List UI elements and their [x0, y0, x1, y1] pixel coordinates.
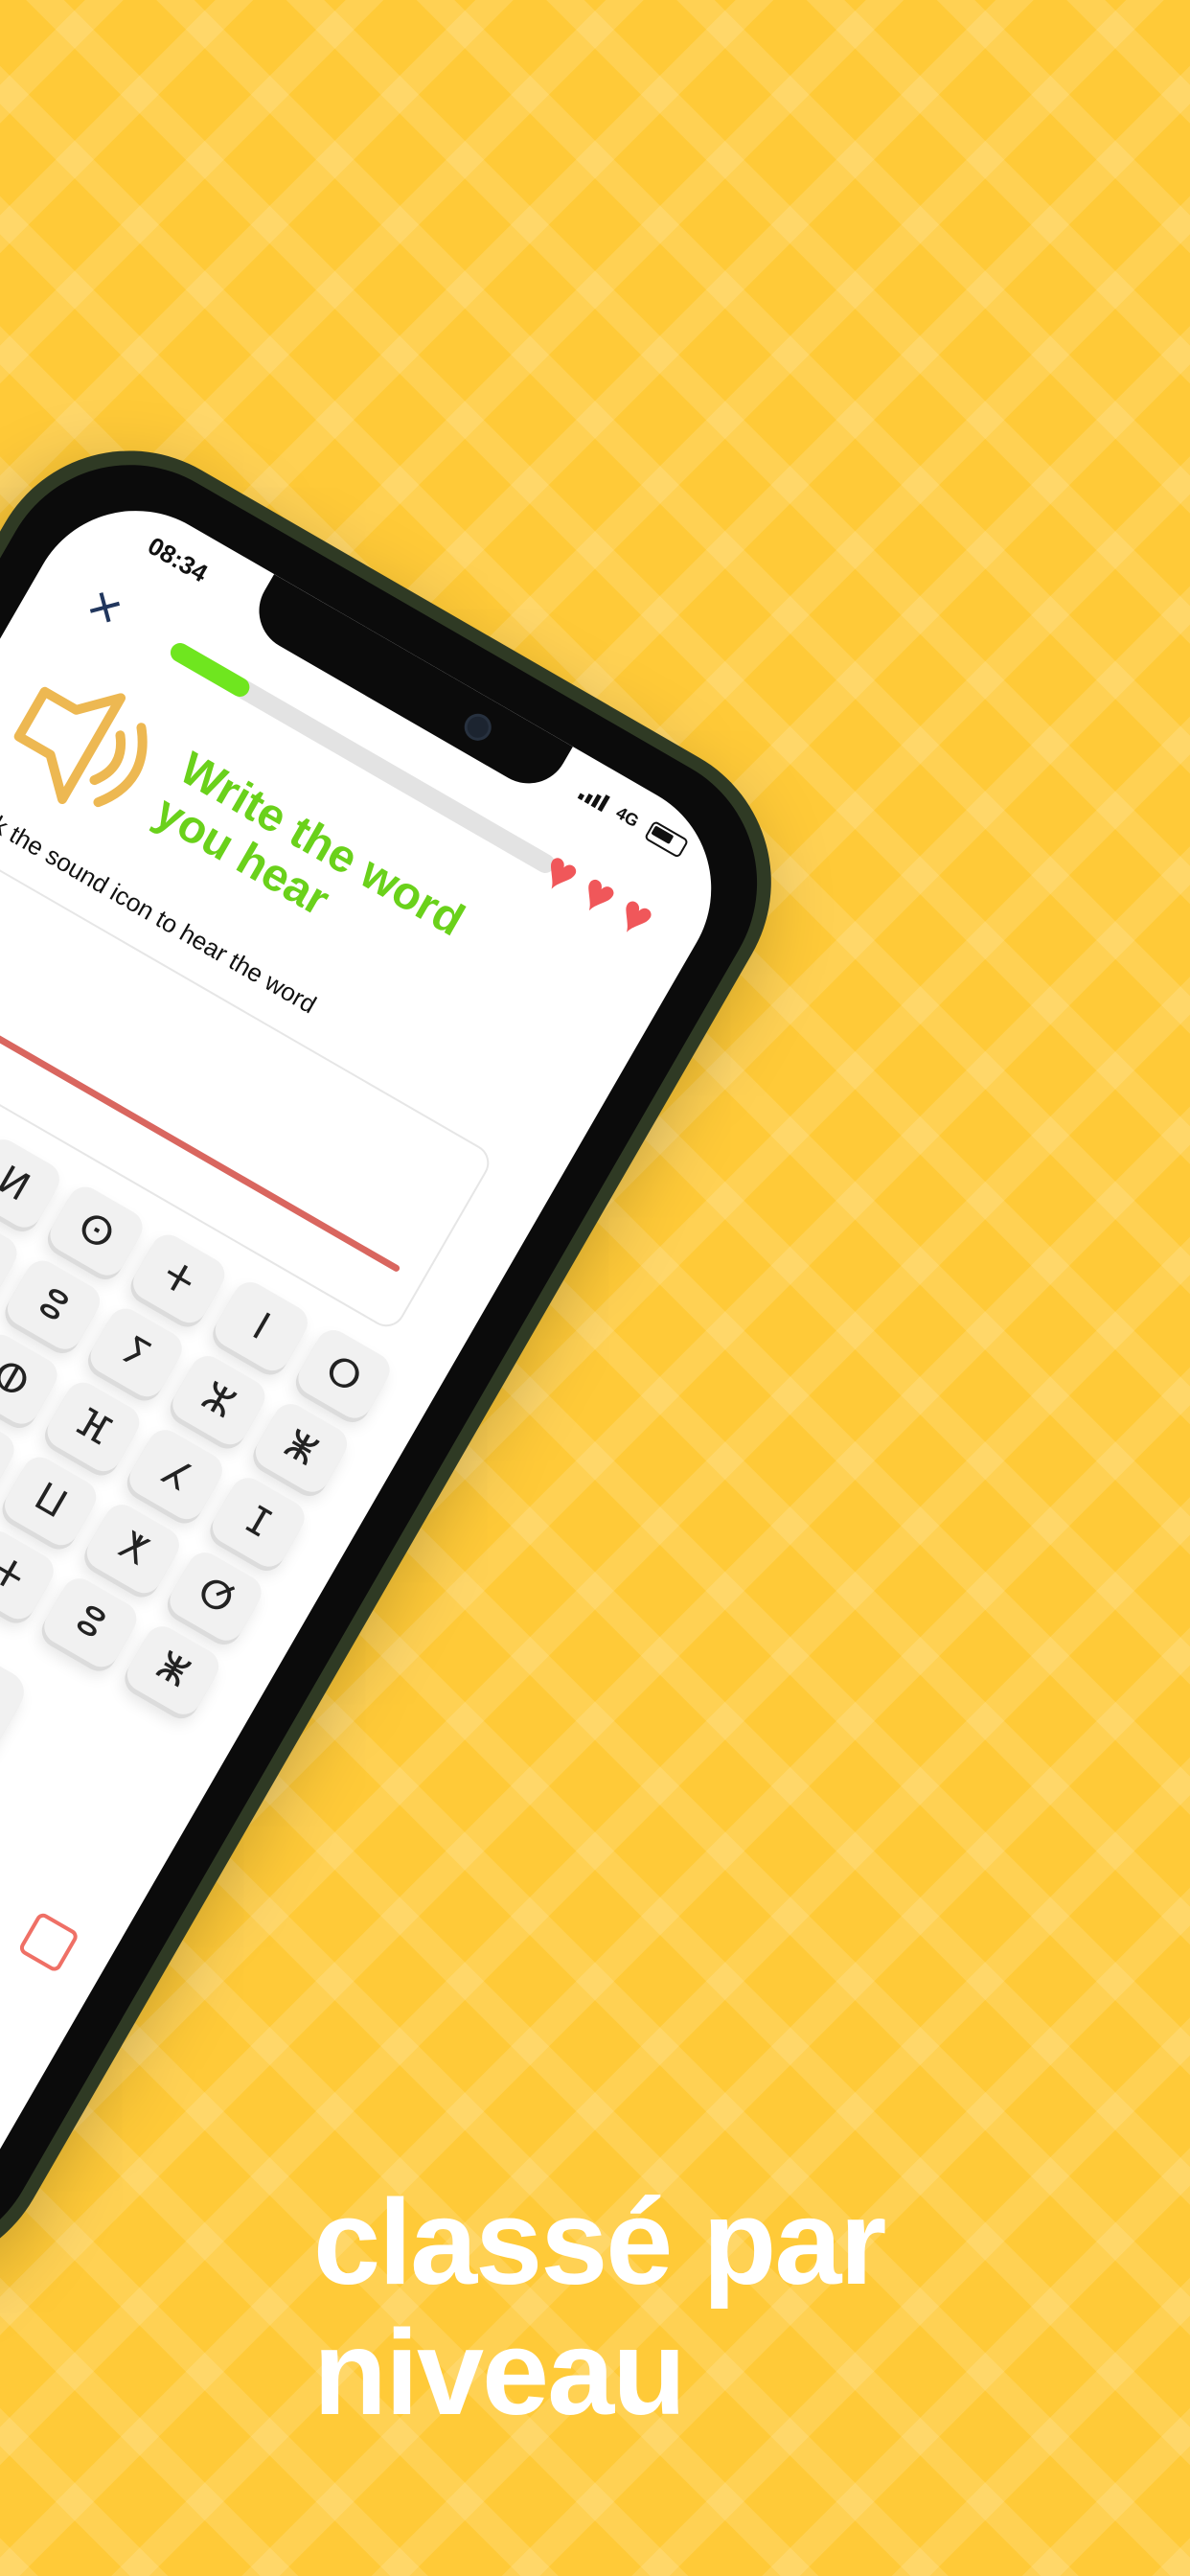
- keyboard-key[interactable]: ⵃ: [124, 1424, 228, 1526]
- keyboard-key[interactable]: ⵢ: [83, 1302, 189, 1404]
- keyboard-key[interactable]: ⵣ: [166, 1349, 271, 1451]
- network-label: 4G: [612, 802, 643, 831]
- keyboard-key[interactable]: ⵓ: [37, 1572, 143, 1673]
- close-icon[interactable]: ×: [77, 573, 134, 641]
- keyboard-key[interactable]: ⵜ: [126, 1228, 231, 1329]
- keyboard-key[interactable]: ⵥ: [120, 1620, 225, 1721]
- lesson-progress-fill: [167, 639, 254, 701]
- partial-icon: [17, 1910, 80, 1974]
- keyboard-key[interactable]: ⵙ: [44, 1181, 149, 1282]
- status-bar: 4G: [577, 781, 690, 859]
- keyboard-key[interactable]: ⵡ: [0, 1450, 103, 1552]
- keyboard-key[interactable]: ⵥ: [248, 1397, 354, 1499]
- keyboard-key[interactable]: ⵚ: [163, 1546, 268, 1647]
- keyboard-key[interactable]: ⵓ: [1, 1254, 106, 1356]
- status-time: 08:34: [143, 531, 213, 588]
- lives-hearts: ♥ ♥ ♥: [533, 838, 666, 950]
- battery-icon: [643, 819, 690, 859]
- keyboard-key[interactable]: ⵔ: [291, 1323, 397, 1425]
- keyboard-key[interactable]: ⵏ: [209, 1276, 314, 1377]
- keyboard-key[interactable]: ⵊ: [206, 1471, 310, 1573]
- camera-icon: [459, 708, 496, 746]
- keyboard-key[interactable]: ⵅ: [80, 1498, 186, 1599]
- keyboard-key[interactable]: ⴼ: [40, 1376, 146, 1478]
- heart-icon: ♥: [606, 881, 666, 950]
- promo-caption: classé par niveau: [313, 2174, 886, 2441]
- signal-icon: [577, 783, 610, 813]
